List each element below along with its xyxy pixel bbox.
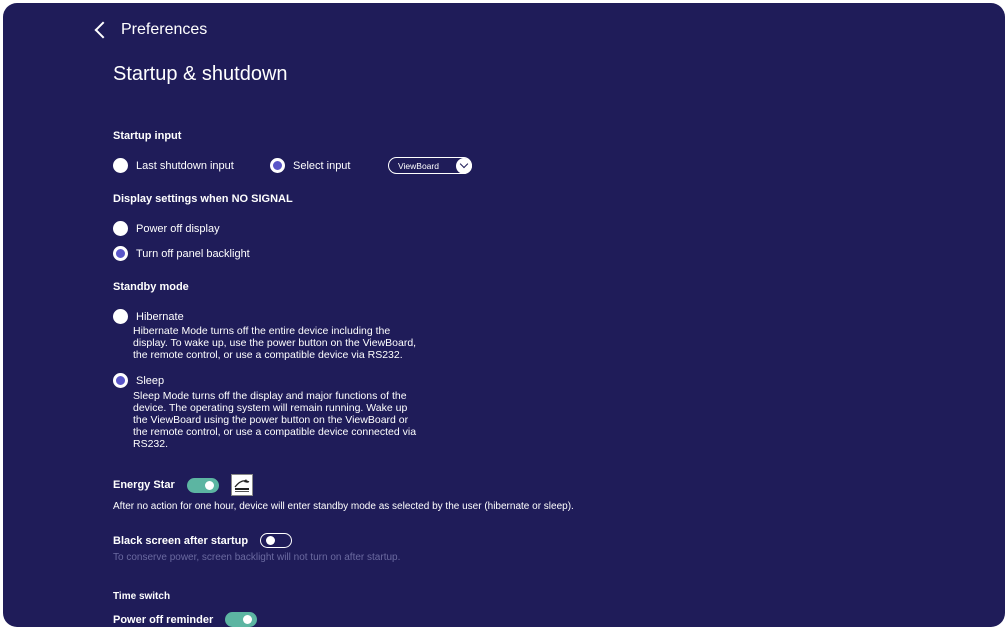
radio-turn-off-backlight[interactable]: Turn off panel backlight <box>113 246 250 261</box>
input-source-dropdown[interactable]: ViewBoard <box>388 157 472 174</box>
radio-label: Hibernate <box>136 310 184 323</box>
dropdown-value: ViewBoard <box>398 160 439 171</box>
radio-label: Last shutdown input <box>136 159 234 172</box>
radio-sleep[interactable]: Sleep <box>113 373 164 388</box>
chevron-left-icon <box>94 21 112 39</box>
radio-label: Sleep <box>136 374 165 387</box>
energy-star-label: Energy Star <box>113 479 175 491</box>
energy-star-toggle[interactable] <box>186 477 219 493</box>
no-signal-heading: Display settings when NO SIGNAL <box>113 193 293 205</box>
energy-star-logo-icon <box>230 474 253 496</box>
standby-mode-heading: Standby mode <box>113 281 189 293</box>
sleep-description: Sleep Mode turns off the display and maj… <box>133 390 417 450</box>
radio-unselected-icon <box>113 309 128 324</box>
back-label: Preferences <box>121 21 208 38</box>
radio-label: Turn off panel backlight <box>136 247 250 260</box>
hibernate-description: Hibernate Mode turns off the entire devi… <box>133 325 417 361</box>
time-switch-heading: Time switch <box>113 591 171 602</box>
radio-label: Power off display <box>136 222 220 235</box>
power-off-reminder-label: Power off reminder <box>113 613 214 626</box>
startup-input-heading: Startup input <box>113 130 182 142</box>
radio-last-shutdown-input[interactable]: Last shutdown input <box>113 158 234 173</box>
black-screen-toggle[interactable] <box>260 533 293 548</box>
black-screen-note: To conserve power, screen backlight will… <box>113 552 401 563</box>
radio-unselected-icon <box>113 158 128 173</box>
radio-selected-icon <box>113 373 128 388</box>
radio-selected-icon <box>270 158 285 173</box>
black-screen-label: Black screen after startup <box>113 534 249 547</box>
radio-unselected-icon <box>113 221 128 236</box>
power-off-reminder-row: Power off reminder <box>113 612 258 627</box>
black-screen-row: Black screen after startup <box>113 533 293 548</box>
radio-select-input[interactable]: Select input <box>270 158 350 173</box>
settings-screen: Preferences Startup & shutdown Startup i… <box>3 3 1005 627</box>
energy-star-row: Energy Star <box>113 474 253 496</box>
radio-selected-icon <box>113 246 128 261</box>
radio-label: Select input <box>293 159 351 172</box>
page-title: Startup & shutdown <box>113 63 288 85</box>
back-button[interactable]: Preferences <box>93 21 207 39</box>
power-off-reminder-toggle[interactable] <box>225 612 258 627</box>
radio-power-off-display[interactable]: Power off display <box>113 221 220 236</box>
radio-hibernate[interactable]: Hibernate <box>113 309 184 324</box>
chevron-down-icon[interactable] <box>456 157 472 174</box>
energy-star-note: After no action for one hour, device wil… <box>113 501 574 512</box>
